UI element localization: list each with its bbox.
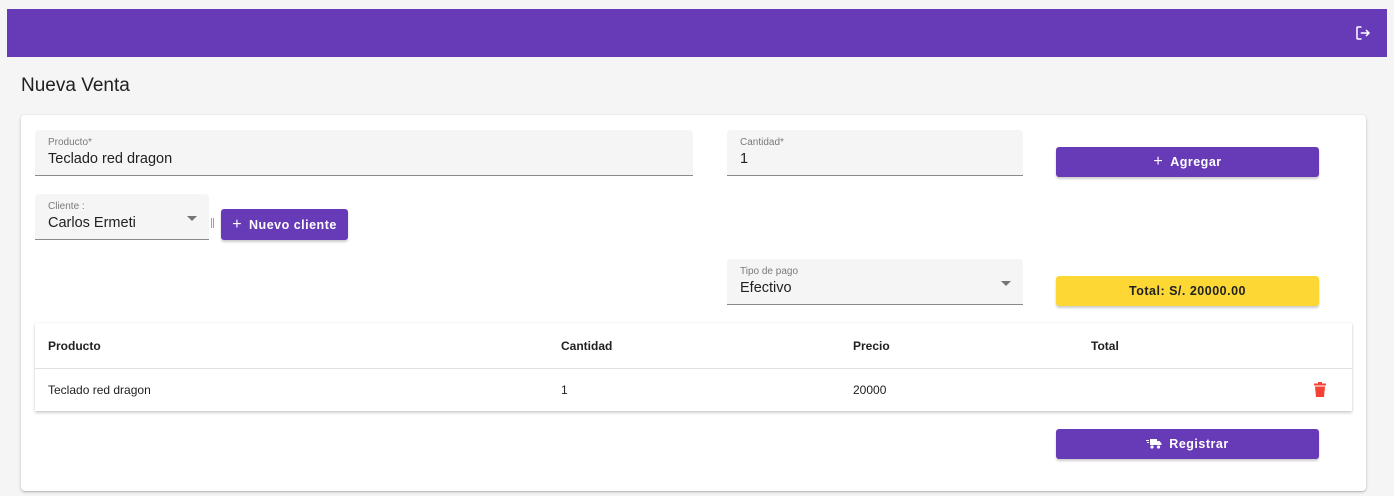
new-client-button[interactable]: + Nuevo cliente <box>221 209 348 240</box>
header-total: Total <box>1091 338 1119 353</box>
header-producto: Producto <box>48 338 101 353</box>
client-select-label: Cliente : <box>48 201 85 212</box>
register-button-label: Registrar <box>1169 437 1229 451</box>
table-header: Producto Cantidad Precio Total <box>35 323 1352 369</box>
quantity-field-label: Cantidad* <box>740 137 784 148</box>
page-title: Nueva Venta <box>21 75 130 96</box>
payment-type-select[interactable]: Tipo de pago Efectivo <box>727 259 1023 305</box>
client-select[interactable]: Cliente : Carlos Ermeti <box>35 194 209 240</box>
products-table: Producto Cantidad Precio Total Teclado r… <box>35 323 1352 411</box>
total-badge: Total: S/. 20000.00 <box>1056 276 1319 306</box>
total-badge-label: Total: S/. 20000.00 <box>1129 284 1246 298</box>
register-button[interactable]: Registrar <box>1056 429 1319 459</box>
separator <box>211 218 214 228</box>
add-button-label: Agregar <box>1170 155 1222 169</box>
new-client-button-label: Nuevo cliente <box>249 217 337 232</box>
product-field[interactable]: Producto* <box>35 130 693 176</box>
logout-icon <box>1356 26 1371 40</box>
delete-row-button[interactable] <box>1314 382 1326 400</box>
logout-button[interactable] <box>1351 21 1375 45</box>
table-row: Teclado red dragon 1 20000 <box>35 369 1352 411</box>
client-select-value: Carlos Ermeti <box>48 215 136 231</box>
row-producto: Teclado red dragon <box>48 383 151 397</box>
row-precio: 20000 <box>853 383 887 397</box>
payment-type-label: Tipo de pago <box>740 266 799 277</box>
trash-icon <box>1314 382 1326 397</box>
product-field-label: Producto* <box>48 137 92 148</box>
delivery-truck-icon <box>1146 439 1162 449</box>
top-toolbar <box>7 9 1387 57</box>
row-cantidad: 1 <box>561 383 568 397</box>
chevron-down-icon <box>1001 281 1011 286</box>
quantity-input[interactable] <box>740 151 996 167</box>
chevron-down-icon <box>187 216 197 221</box>
header-precio: Precio <box>853 338 890 353</box>
plus-icon: + <box>232 215 243 233</box>
payment-type-value: Efectivo <box>740 280 792 296</box>
plus-icon: + <box>1153 153 1164 170</box>
product-input[interactable] <box>48 151 666 167</box>
add-button[interactable]: + Agregar <box>1056 147 1319 177</box>
quantity-field[interactable]: Cantidad* <box>727 130 1023 176</box>
header-cantidad: Cantidad <box>561 338 613 353</box>
